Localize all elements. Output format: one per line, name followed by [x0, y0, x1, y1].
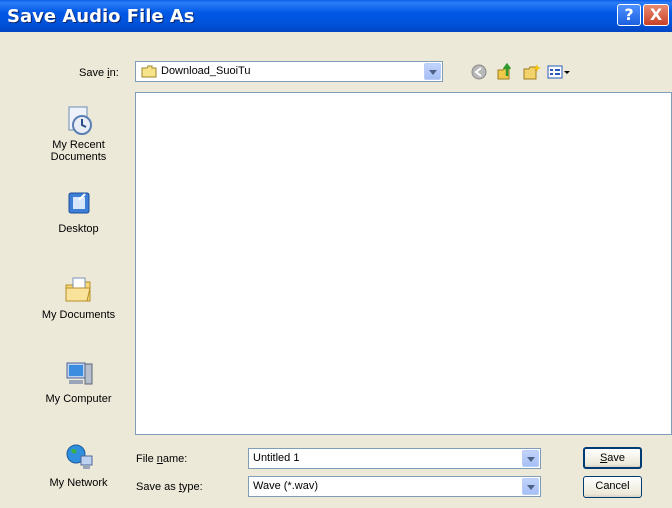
place-desktop[interactable]: Desktop: [29, 188, 128, 235]
save-button[interactable]: Save: [583, 447, 642, 469]
my-documents-icon: [65, 277, 91, 302]
save-as-type-label: Save as type:: [136, 481, 203, 493]
file-list-view[interactable]: [135, 92, 672, 435]
my-computer-icon: [66, 362, 92, 385]
my-network-icon: [66, 444, 92, 469]
save-in-label: Save in:: [79, 67, 119, 79]
folder-icon: [141, 65, 157, 78]
up-folder-icon[interactable]: [495, 62, 515, 82]
close-icon: X: [649, 5, 663, 24]
help-button[interactable]: ?: [617, 4, 641, 26]
save-in-dropdown-button[interactable]: [424, 63, 441, 80]
cancel-button[interactable]: Cancel: [583, 476, 642, 498]
places-bar: My Recent Documents Desktop My Documents…: [29, 92, 128, 502]
save-as-type-select[interactable]: Wave (*.wav): [248, 476, 541, 497]
place-my-recent-documents[interactable]: My Recent Documents: [29, 104, 128, 163]
save-as-type-dropdown-button[interactable]: [522, 478, 539, 495]
new-folder-icon[interactable]: [522, 62, 542, 82]
views-menu-icon[interactable]: [546, 62, 572, 82]
back-icon[interactable]: [470, 62, 490, 82]
save-in-combo[interactable]: Download_SuoiTu: [135, 61, 443, 82]
close-button[interactable]: X: [643, 4, 669, 26]
place-my-documents[interactable]: My Documents: [29, 274, 128, 321]
place-my-network[interactable]: My Network: [29, 442, 128, 489]
title-bar: Save Audio File As ? X: [0, 0, 672, 32]
place-my-computer[interactable]: My Computer: [29, 358, 128, 405]
file-name-dropdown-button[interactable]: [522, 450, 539, 467]
window-title: Save Audio File As: [7, 6, 195, 27]
file-name-input[interactable]: Untitled 1: [248, 448, 541, 469]
desktop-icon: [68, 192, 89, 214]
file-name-label: File name:: [136, 453, 188, 465]
recent-documents-icon: [68, 106, 92, 135]
help-icon: ?: [624, 5, 634, 24]
